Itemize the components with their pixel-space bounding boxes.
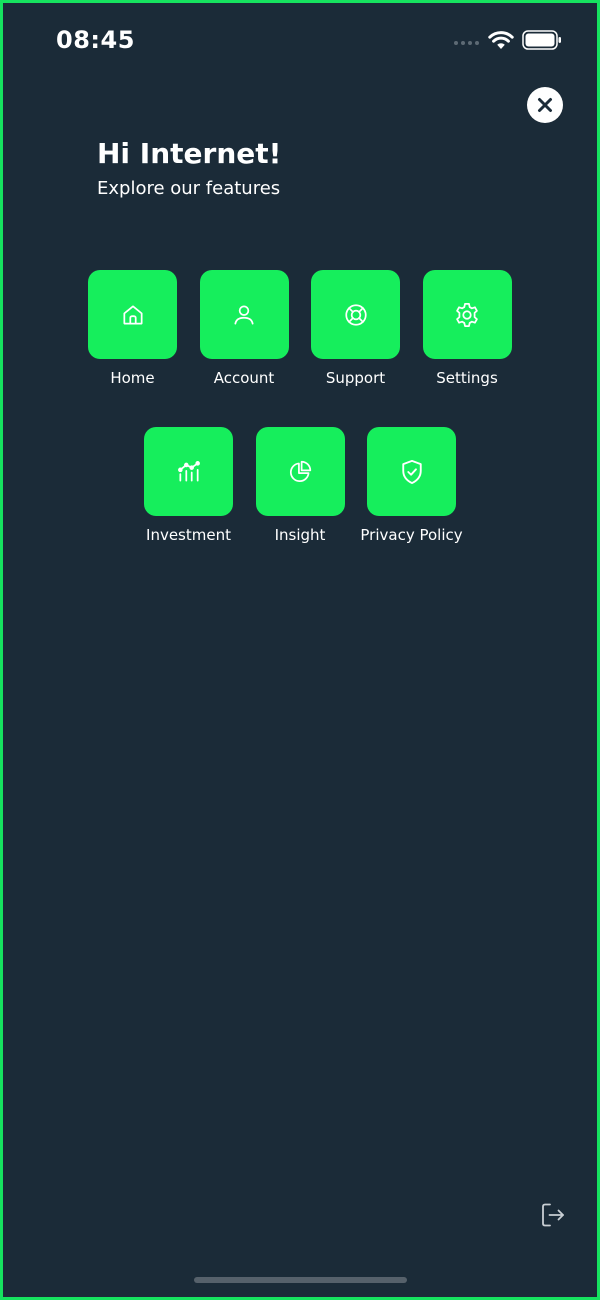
feature-investment-button[interactable]: Investment bbox=[144, 427, 233, 544]
investment-chart-icon bbox=[177, 460, 200, 482]
feature-insight-button[interactable]: Insight bbox=[255, 427, 345, 544]
feature-tile[interactable] bbox=[144, 427, 233, 516]
feature-tile[interactable] bbox=[88, 270, 177, 359]
feature-label: Investment bbox=[146, 526, 231, 544]
user-icon bbox=[234, 304, 254, 325]
feature-label: Insight bbox=[274, 526, 326, 544]
feature-account-button[interactable]: Account bbox=[199, 270, 289, 387]
battery-icon bbox=[522, 30, 561, 50]
home-indicator bbox=[194, 1277, 407, 1283]
logout-icon[interactable] bbox=[539, 1201, 567, 1229]
feature-grid-row-2: Investment Insight Privacy Policy bbox=[144, 427, 463, 544]
feature-tile[interactable] bbox=[255, 427, 345, 516]
app-screen: 08:45 Hi Internet! Explore our features bbox=[3, 3, 597, 1297]
pie-chart-icon bbox=[290, 460, 312, 482]
feature-home-button[interactable]: Home bbox=[88, 270, 177, 387]
feature-tile[interactable] bbox=[367, 427, 456, 516]
feature-support-button[interactable]: Support bbox=[311, 270, 400, 387]
home-icon bbox=[122, 304, 143, 325]
feature-label: Settings bbox=[436, 369, 498, 387]
feature-label: Account bbox=[213, 369, 275, 387]
greeting-title: Hi Internet! bbox=[97, 137, 282, 170]
feature-tile[interactable] bbox=[311, 270, 400, 359]
feature-settings-button[interactable]: Settings bbox=[422, 270, 512, 387]
status-bar: 08:45 bbox=[3, 3, 597, 75]
feature-label: Home bbox=[110, 369, 155, 387]
shield-check-icon bbox=[401, 459, 422, 484]
gear-icon bbox=[456, 302, 478, 327]
lifebuoy-icon bbox=[344, 303, 367, 326]
feature-tile[interactable] bbox=[199, 270, 289, 359]
cellular-signal-icon bbox=[454, 41, 479, 45]
close-icon bbox=[538, 98, 552, 112]
feature-tile[interactable] bbox=[422, 270, 512, 359]
status-time: 08:45 bbox=[56, 26, 135, 54]
feature-privacy-policy-button[interactable]: Privacy Policy bbox=[360, 427, 463, 544]
greeting-subtitle: Explore our features bbox=[97, 178, 281, 199]
feature-grid-row-1: Home Account Support Settings bbox=[88, 270, 512, 387]
feature-label: Privacy Policy bbox=[360, 526, 463, 544]
close-button[interactable] bbox=[527, 87, 563, 123]
feature-label: Support bbox=[325, 369, 386, 387]
wifi-icon bbox=[488, 31, 514, 49]
